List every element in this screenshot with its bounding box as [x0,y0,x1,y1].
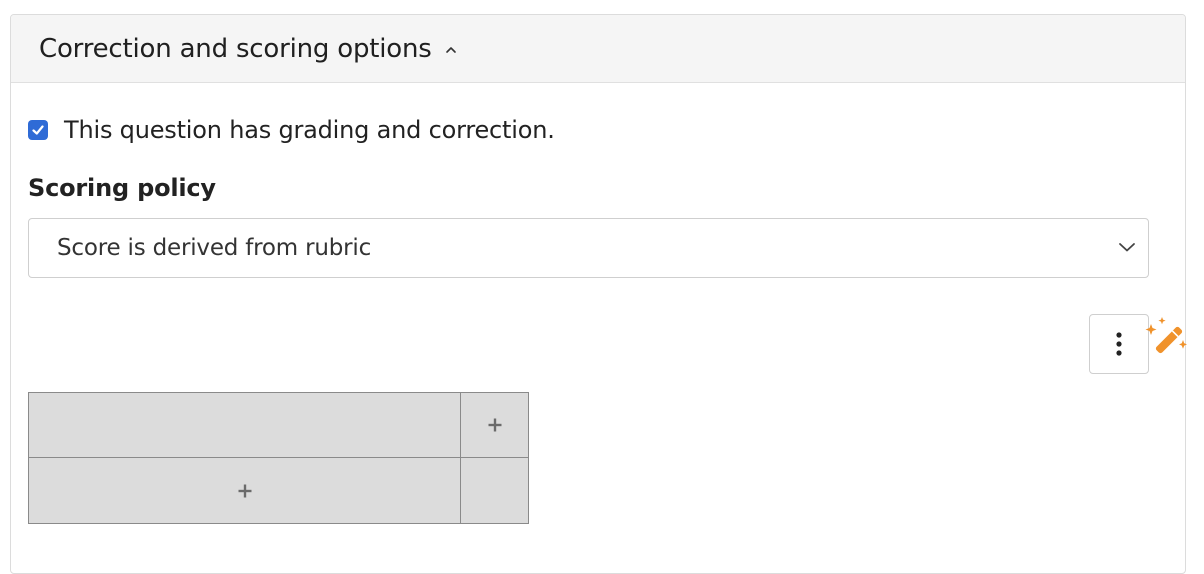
rubric-header-cell [29,393,461,458]
scoring-policy-select[interactable]: Score is derived from rubric [28,218,1149,278]
checkmark-icon [32,125,44,135]
magic-wand-icon[interactable] [1143,314,1187,358]
rubric-empty-cell [461,458,528,523]
more-options-button[interactable] [1089,314,1149,374]
panel-header-toggle[interactable]: Correction and scoring options [11,15,1185,83]
grading-checkbox[interactable] [28,120,48,140]
scoring-policy-selected-value: Score is derived from rubric [57,235,372,261]
vertical-ellipsis-icon [1116,332,1122,356]
rubric-grid [28,392,529,524]
caret-up-icon [445,46,456,53]
add-row-plus-icon[interactable] [237,483,253,499]
add-column-cell[interactable] [461,393,528,458]
grading-checkbox-row[interactable]: This question has grading and correction… [28,116,555,144]
add-column-plus-icon[interactable] [487,417,503,433]
grading-checkbox-label: This question has grading and correction… [64,116,555,144]
scoring-policy-label: Scoring policy [28,174,216,202]
add-row-cell[interactable] [29,458,461,523]
chevron-down-icon [1119,243,1135,252]
panel-title: Correction and scoring options [39,33,432,64]
